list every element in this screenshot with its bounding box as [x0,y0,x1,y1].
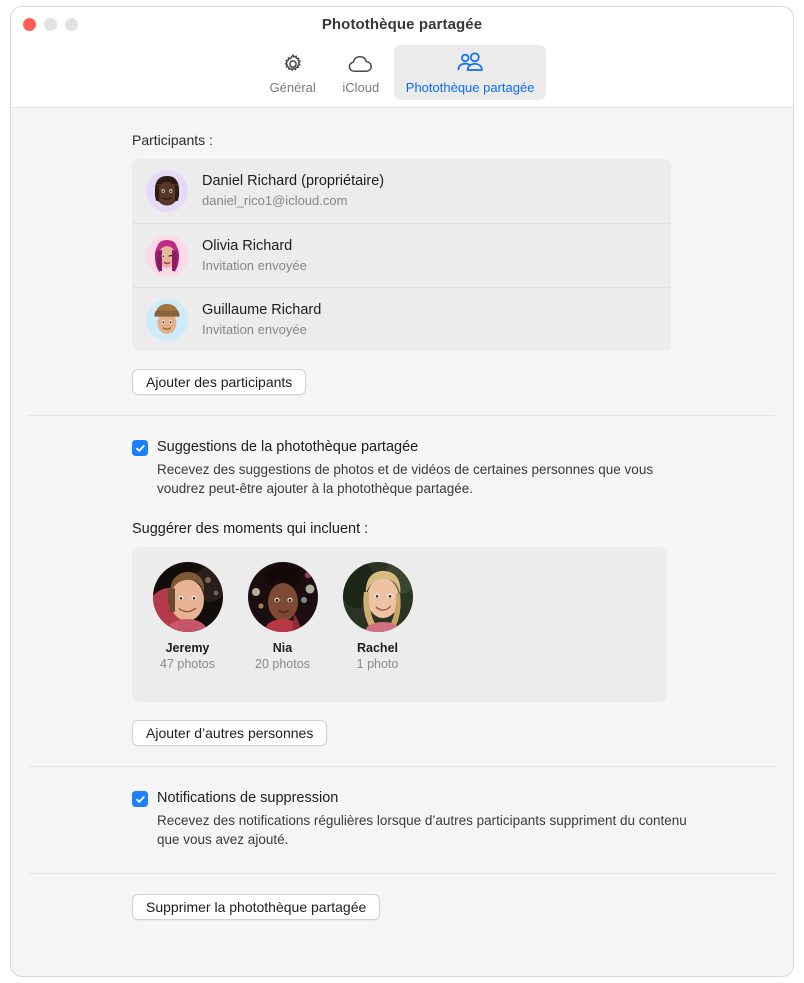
divider [29,766,775,767]
list-item[interactable]: Jeremy 47 photos [148,562,227,671]
table-row[interactable]: Guillaume Richard Invitation envoyée [132,287,671,351]
table-row[interactable]: Daniel Richard (propriétaire) daniel_ric… [132,159,671,223]
gear-icon [281,50,305,78]
participant-detail: daniel_rico1@icloud.com [202,193,348,208]
suggested-people-panel: Jeremy 47 photos Nia 20 photos Rachel 1 … [132,547,667,702]
suggest-moments-label: Suggérer des moments qui incluent : [132,521,369,537]
person-count: 20 photos [255,657,310,671]
person-count: 1 photo [356,657,399,671]
portrait-jeremy-photo [152,562,223,632]
shared-library-suggestions-description: Recevez des suggestions de photos et de … [157,462,654,496]
window-title: Photothèque partagée [321,16,483,33]
delete-shared-library-button[interactable]: Supprimer la photothèque partagée [132,894,381,920]
preferences-content: Participants : Daniel Richard (propriéta… [11,108,793,976]
tab-general-label: Général [269,80,316,95]
deletion-notifications-label: Notifications de suppression [157,790,339,806]
participant-detail: Invitation envoyée [202,257,307,273]
shared-library-suggestions-checkbox[interactable] [132,440,148,456]
shared-library-suggestions-label: Suggestions de la photothèque partagée [157,439,419,455]
cloud-icon [347,50,375,78]
add-participants-button[interactable]: Ajouter des participants [132,369,307,395]
list-item[interactable]: Rachel 1 photo [338,562,417,671]
tab-icloud[interactable]: iCloud [330,45,392,100]
add-other-people-button[interactable]: Ajouter d’autres personnes [132,720,328,746]
list-item[interactable]: Nia 20 photos [243,562,322,671]
two-people-icon [455,50,485,78]
participant-name: Olivia Richard [202,237,293,254]
memoji-guillaume-icon [146,298,188,341]
preferences-toolbar: Général iCloud Photothèque partagée [11,45,793,108]
person-name: Jeremy [165,641,210,655]
person-name: Nia [272,641,293,655]
participants-label: Participants : [132,132,213,148]
tab-icloud-label: iCloud [342,80,380,95]
memoji-olivia-icon [146,234,188,277]
memoji-daniel-icon [146,170,188,212]
participant-name: Guillaume Richard [202,301,322,318]
person-count: 47 photos [160,657,215,671]
deletion-notifications-description: Recevez des notifications régulières lor… [157,813,687,847]
shared-library-suggestions-row[interactable]: Suggestions de la photothèque partagée [132,438,793,457]
participant-detail: Invitation envoyée [202,321,307,337]
portrait-rachel-photo [342,562,413,632]
title-bar: Photothèque partagée [11,7,793,45]
deletion-notifications-checkbox[interactable] [132,791,148,807]
table-row[interactable]: Olivia Richard Invitation envoyée [132,223,671,287]
tab-shared-library[interactable]: Photothèque partagée [393,45,547,100]
tab-general[interactable]: Général [258,45,328,100]
person-name: Rachel [357,641,398,655]
participant-name: Daniel Richard (propriétaire) [202,173,385,189]
participants-list: Daniel Richard (propriétaire) daniel_ric… [132,159,671,351]
deletion-notifications-row[interactable]: Notifications de suppression [132,789,793,808]
tab-shared-library-label: Photothèque partagée [405,80,535,95]
portrait-nia-photo [247,562,318,632]
preferences-window: Photothèque partagée Général iCloud Phot… [10,6,794,977]
divider [29,415,775,416]
divider [29,873,775,874]
